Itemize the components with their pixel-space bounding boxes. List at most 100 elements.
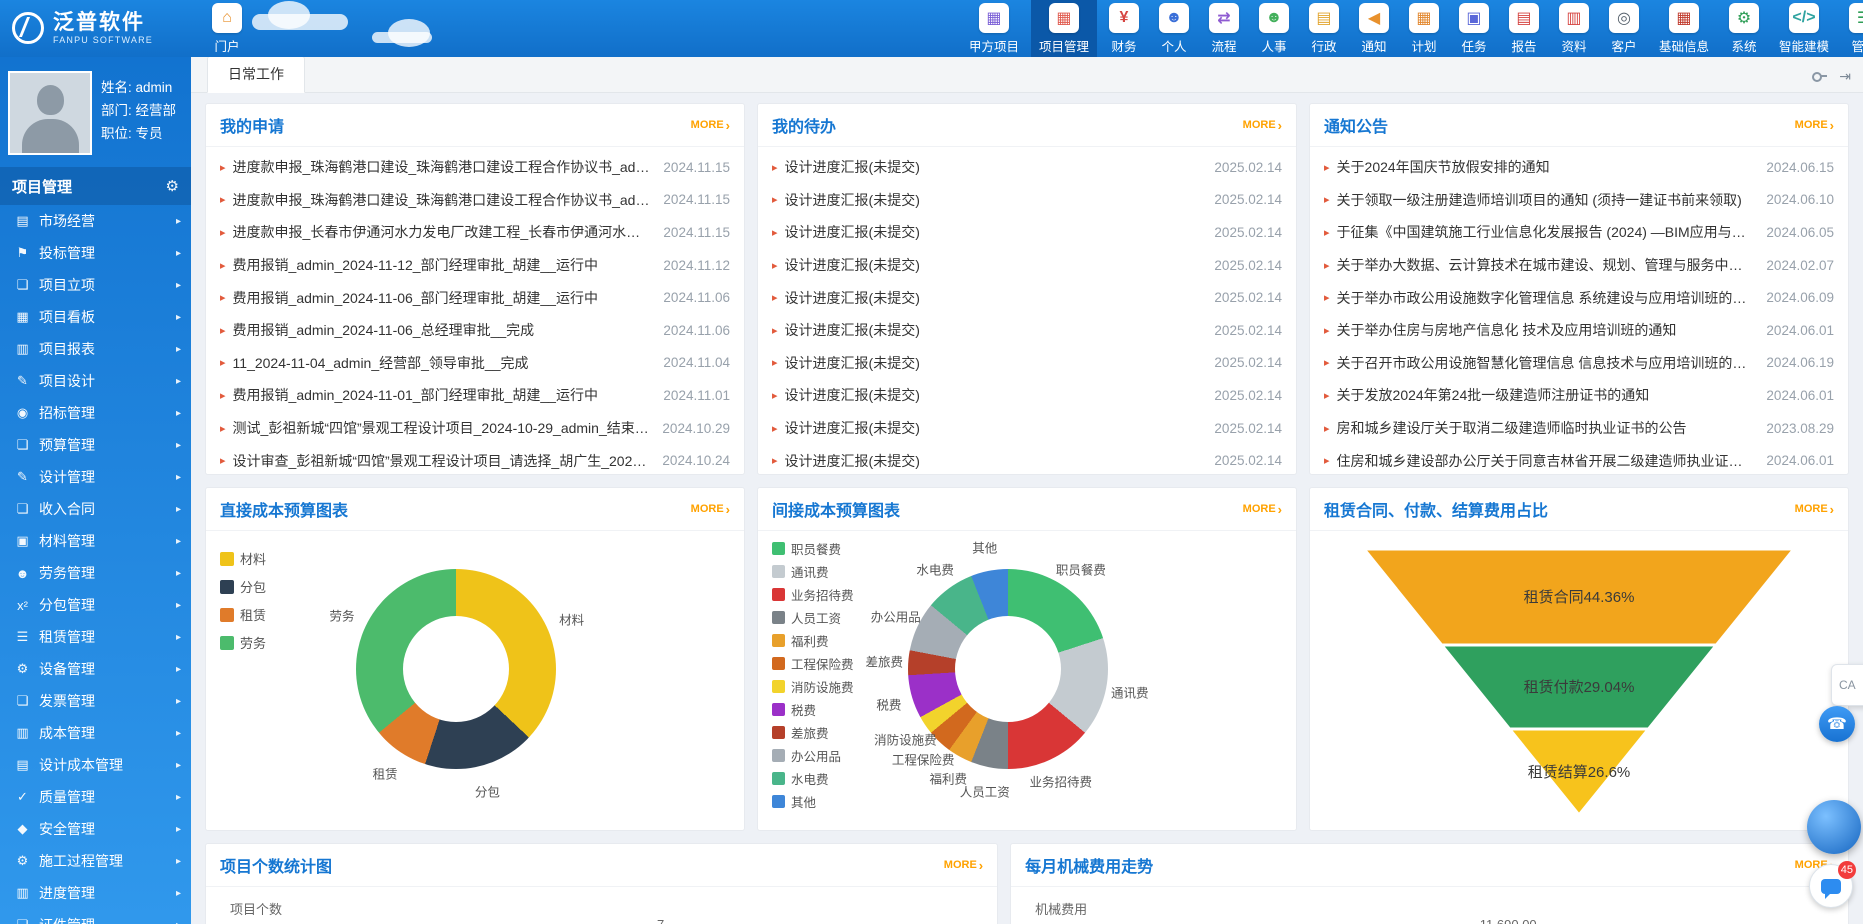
legend-item[interactable]: 职员餐费 [772,539,854,558]
sidebar-item-1[interactable]: ▤市场经营▸ [0,205,191,237]
more-link[interactable]: MORE› [691,503,730,516]
customer-service-button[interactable]: ☎ [1819,706,1855,742]
collapsed-side-widget[interactable]: CA [1831,664,1863,706]
sidebar-item-15[interactable]: ⚙设备管理▸ [0,653,191,685]
sidebar-item-9[interactable]: ✎设计管理▸ [0,461,191,493]
notice-row[interactable]: ▸关于发放2024年第24批一级建造师注册证书的通知2024.06.01 [1324,379,1834,412]
legend-item[interactable]: 业务招待费 [772,585,854,604]
sidebar-item-4[interactable]: ▦项目看板▸ [0,301,191,333]
sidebar-item-5[interactable]: ▥项目报表▸ [0,333,191,365]
sidebar-item-13[interactable]: x²分包管理▸ [0,589,191,621]
machine-cost-chart[interactable]: 机械费用 12,000 11,690.00 [1011,887,1848,924]
legend-item[interactable]: 材料 [220,549,266,568]
application-row[interactable]: ▸11_2024-11-04_admin_经营部_领导审批__完成2024.11… [220,347,730,380]
sidebar-item-18[interactable]: ▤设计成本管理▸ [0,749,191,781]
sidebar-item-21[interactable]: ⚙施工过程管理▸ [0,845,191,877]
key-icon[interactable] [1812,69,1827,83]
legend-item[interactable]: 税费 [772,700,854,719]
sidebar-item-11[interactable]: ▣材料管理▸ [0,525,191,557]
legend-item[interactable]: 人员工资 [772,608,854,627]
project-count-chart[interactable]: 项目个数 7 7 [206,887,997,924]
topnav-item-13[interactable]: ◎客户 [1601,0,1647,57]
topnav-item-15[interactable]: ⚙系统 [1721,0,1767,57]
legend-item[interactable]: 工程保险费 [772,654,854,673]
more-link[interactable]: MORE› [1243,503,1282,516]
notice-row[interactable]: ▸关于召开市政公用设施智慧化管理信息 信息技术与应用培训班的通知2024.06.… [1324,347,1834,380]
sidebar-item-2[interactable]: ⚑投标管理▸ [0,237,191,269]
topnav-item-12[interactable]: ▥资料 [1551,0,1597,57]
notice-row[interactable]: ▸住房和城乡建设部办公厅关于同意吉林省开展二级建造师执业证书电子化试点...20… [1324,444,1834,474]
topnav-item-11[interactable]: ▤报告 [1501,0,1547,57]
legend-item[interactable]: 水电费 [772,769,854,788]
sidebar-item-10[interactable]: ❏收入合同▸ [0,493,191,525]
todo-row[interactable]: ▸设计进度汇报(未提交)2025.02.14 [772,184,1282,217]
more-link[interactable]: MORE› [1795,119,1834,132]
topnav-item-14[interactable]: ▦基础信息 [1651,0,1717,57]
gear-icon[interactable]: ⚙ [166,177,179,195]
notice-row[interactable]: ▸房和城乡建设厅关于取消二级建造师临时执业证书的公告2023.08.29 [1324,412,1834,445]
topnav-item-7[interactable]: ▤行政 [1301,0,1347,57]
chat-button[interactable]: 45 [1809,864,1853,908]
todo-row[interactable]: ▸设计进度汇报(未提交)2025.02.14 [772,151,1282,184]
application-row[interactable]: ▸进度款申报_珠海鹤港口建设_珠海鹤港口建设工程合作协议书_admin_...2… [220,151,730,184]
todo-row[interactable]: ▸设计进度汇报(未提交)2025.02.14 [772,249,1282,282]
sidebar-item-20[interactable]: ◆安全管理▸ [0,813,191,845]
sidebar-item-12[interactable]: ☻劳务管理▸ [0,557,191,589]
legend-item[interactable]: 劳务 [220,633,266,652]
notice-row[interactable]: ▸关于举办大数据、云计算技术在城市建设、规划、管理与服务中的应用培训班...20… [1324,249,1834,282]
todo-row[interactable]: ▸设计进度汇报(未提交)2025.02.14 [772,216,1282,249]
todo-row[interactable]: ▸设计进度汇报(未提交)2025.02.14 [772,412,1282,445]
application-row[interactable]: ▸费用报销_admin_2024-11-12_部门经理审批_胡建__运行中202… [220,249,730,282]
topnav-item-1[interactable]: ▦甲方项目 [961,0,1027,57]
app-logo[interactable]: 泛普软件 FANPU SOFTWARE [0,12,191,44]
sidebar-item-14[interactable]: ☰租赁管理▸ [0,621,191,653]
todo-row[interactable]: ▸设计进度汇报(未提交)2025.02.14 [772,314,1282,347]
sidebar-item-23[interactable]: ❏证件管理▸ [0,909,191,924]
donut-chart[interactable] [908,569,1108,769]
sidebar-item-8[interactable]: ❏预算管理▸ [0,429,191,461]
legend-item[interactable]: 差旅费 [772,723,854,742]
more-link[interactable]: MORE› [691,119,730,132]
application-row[interactable]: ▸费用报销_admin_2024-11-06_总经理审批__完成2024.11.… [220,314,730,347]
notice-row[interactable]: ▸关于2024年国庆节放假安排的通知2024.06.15 [1324,151,1834,184]
legend-item[interactable]: 租赁 [220,605,266,624]
more-link[interactable]: MORE› [1243,119,1282,132]
todo-row[interactable]: ▸设计进度汇报(未提交)2025.02.14 [772,281,1282,314]
sidebar-item-7[interactable]: ◉招标管理▸ [0,397,191,429]
more-link[interactable]: MORE› [1795,503,1834,516]
todo-row[interactable]: ▸设计进度汇报(未提交)2025.02.14 [772,444,1282,474]
topnav-item-3[interactable]: ¥财务 [1101,0,1147,57]
topnav-item-2[interactable]: ▦项目管理 [1031,0,1097,57]
online-service-button[interactable] [1807,800,1861,854]
expand-icon[interactable]: ⇥ [1839,69,1851,83]
topnav-item-17[interactable]: ☰管理 [1841,0,1863,57]
legend-item[interactable]: 通讯费 [772,562,854,581]
notice-row[interactable]: ▸关于举办市政公用设施数字化管理信息 系统建设与应用培训班的通知2024.06.… [1324,281,1834,314]
application-row[interactable]: ▸测试_彭祖新城“四馆”景观工程设计项目_2024-10-29_admin_结束… [220,412,730,445]
topnav-item-16[interactable]: </>智能建模 [1771,0,1837,57]
sidebar-item-16[interactable]: ❏发票管理▸ [0,685,191,717]
topnav-item-9[interactable]: ▦计划 [1401,0,1447,57]
application-row[interactable]: ▸进度款申报_长春市伊通河水力发电厂改建工程_长春市伊通河水力发电...2024… [220,216,730,249]
sidebar-item-19[interactable]: ✓质量管理▸ [0,781,191,813]
legend-item[interactable]: 办公用品 [772,746,854,765]
sidebar-item-22[interactable]: ▥进度管理▸ [0,877,191,909]
nav-portal[interactable]: ⌂ 门户 [205,0,249,57]
notice-row[interactable]: ▸关于举办住房与房地产信息化 技术及应用培训班的通知2024.06.01 [1324,314,1834,347]
application-row[interactable]: ▸进度款申报_珠海鹤港口建设_珠海鹤港口建设工程合作协议书_admin_...2… [220,184,730,217]
todo-row[interactable]: ▸设计进度汇报(未提交)2025.02.14 [772,379,1282,412]
more-link[interactable]: MORE› [944,859,983,872]
application-row[interactable]: ▸费用报销_admin_2024-11-01_部门经理审批_胡建__运行中202… [220,379,730,412]
topnav-item-6[interactable]: ☻人事 [1251,0,1297,57]
notice-row[interactable]: ▸关于领取一级注册建造师培训项目的通知 (须持一建证书前来领取)2024.06.… [1324,184,1834,217]
topnav-item-8[interactable]: ◀通知 [1351,0,1397,57]
legend-item[interactable]: 消防设施费 [772,677,854,696]
application-row[interactable]: ▸设计审查_彭祖新城“四馆”景观工程设计项目_请选择_胡广生_2024-10-2… [220,444,730,474]
topnav-item-4[interactable]: ☻个人 [1151,0,1197,57]
sidebar-item-6[interactable]: ✎项目设计▸ [0,365,191,397]
sidebar-item-3[interactable]: ❏项目立项▸ [0,269,191,301]
legend-item[interactable]: 分包 [220,577,266,596]
application-row[interactable]: ▸费用报销_admin_2024-11-06_部门经理审批_胡建__运行中202… [220,281,730,314]
sidebar-item-17[interactable]: ▥成本管理▸ [0,717,191,749]
legend-item[interactable]: 其他 [772,792,854,811]
